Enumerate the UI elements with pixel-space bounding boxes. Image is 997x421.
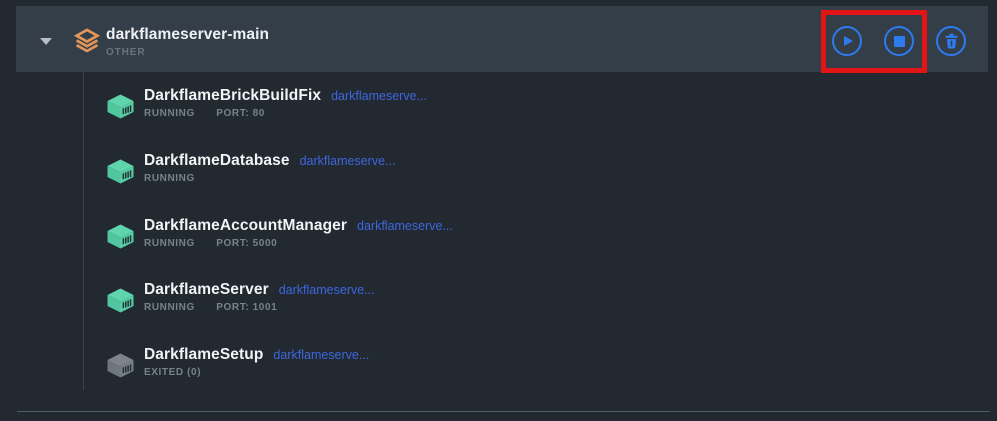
container-cube-icon [107,288,134,313]
container-status: RUNNING [144,302,195,313]
container-image-link[interactable]: darkflameserve... [331,89,427,103]
chevron-down-icon[interactable] [40,38,52,45]
container-status: RUNNING [144,173,195,184]
stop-stack-button[interactable] [884,26,914,56]
container-status-line: RUNNING PORT: 5000 [144,238,453,249]
container-port: PORT: 1001 [216,302,277,313]
container-name: DarkflameAccountManager [144,217,347,234]
container-info: DarkflameSetup darkflameserve... EXITED … [144,346,369,378]
container-cube-icon [107,353,134,378]
container-status-line: RUNNING PORT: 80 [144,108,427,119]
container-name: DarkflameBrickBuildFix [144,87,321,104]
container-image-link[interactable]: darkflameserve... [300,154,396,168]
container-info: DarkflameDatabase darkflameserve... RUNN… [144,152,395,184]
stop-icon [894,36,905,47]
container-row: DarkflameDatabase darkflameserve... RUNN… [107,152,453,217]
stack-view: darkflameserver-main OTHER [0,0,997,421]
container-name: DarkflameDatabase [144,152,290,169]
container-cube-icon [107,159,134,184]
trash-icon [944,33,959,49]
container-row: DarkflameSetup darkflameserve... EXITED … [107,346,453,411]
container-name: DarkflameServer [144,281,269,298]
container-status: RUNNING [144,108,195,119]
bottom-divider [17,411,990,412]
container-row: DarkflameBrickBuildFix darkflameserve...… [107,87,453,152]
container-info: DarkflameServer darkflameserve... RUNNIN… [144,281,375,313]
container-image-link[interactable]: darkflameserve... [273,348,369,362]
stack-category-label: OTHER [106,46,269,59]
container-cube-icon [107,94,134,119]
stack-title: darkflameserver-main [106,26,269,43]
container-info: DarkflameBrickBuildFix darkflameserve...… [144,87,427,119]
container-status-line: RUNNING PORT: 1001 [144,302,375,313]
tree-connector-line [83,72,84,390]
layers-stack-icon [74,27,100,54]
play-icon [844,36,853,46]
container-status-line: RUNNING [144,173,395,184]
container-cube-icon [107,224,134,249]
stack-title-block: darkflameserver-main OTHER [106,26,269,59]
container-port: PORT: 80 [216,108,265,119]
container-image-link[interactable]: darkflameserve... [279,283,375,297]
container-name: DarkflameSetup [144,346,263,363]
container-status: RUNNING [144,238,195,249]
container-row: DarkflameServer darkflameserve... RUNNIN… [107,281,453,346]
container-status: EXITED (0) [144,367,201,378]
delete-stack-button[interactable] [936,26,966,56]
container-port: PORT: 5000 [216,238,277,249]
container-row: DarkflameAccountManager darkflameserve..… [107,217,453,282]
stack-header: darkflameserver-main OTHER [16,6,988,72]
start-stack-button[interactable] [832,26,862,56]
container-image-link[interactable]: darkflameserve... [357,219,453,233]
container-status-line: EXITED (0) [144,367,369,378]
container-info: DarkflameAccountManager darkflameserve..… [144,217,453,249]
container-list: DarkflameBrickBuildFix darkflameserve...… [107,87,453,411]
